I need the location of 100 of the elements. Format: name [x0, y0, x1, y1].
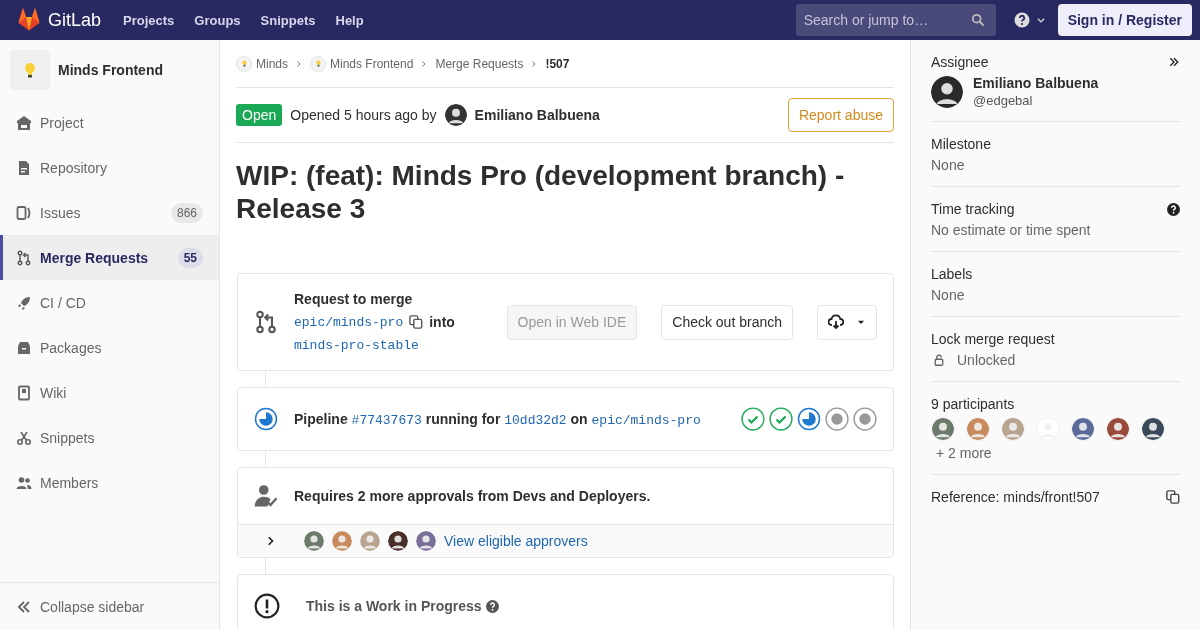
participant-avatar — [1071, 417, 1095, 441]
sidebar-item[interactable]: CI / CD — [0, 280, 219, 325]
approver-avatar — [304, 531, 324, 551]
section-heading: Time tracking — [931, 201, 1015, 217]
widget-heading: Request to merge — [294, 289, 414, 309]
section-heading: Milestone — [931, 136, 991, 152]
nav-link[interactable]: Projects — [123, 12, 175, 28]
chevron-right-icon — [295, 58, 303, 69]
breadcrumb-link[interactable]: Minds Frontend — [330, 56, 414, 71]
author-link[interactable]: Emiliano Balbuena — [474, 107, 600, 123]
section-heading: Assignee — [931, 54, 989, 70]
author-avatar — [444, 104, 467, 126]
chevron-down-icon — [1035, 15, 1046, 25]
nav-link[interactable]: Groups — [194, 12, 241, 28]
user-check-icon — [254, 484, 278, 508]
search-field[interactable]: Search or jump to… — [795, 4, 996, 36]
into-text: into — [429, 312, 455, 332]
users-icon — [16, 474, 32, 491]
sidebar-item[interactable]: Snippets — [0, 415, 219, 460]
target-branch-link[interactable]: minds-pro-stable — [294, 334, 455, 356]
section-heading: Lock merge request — [931, 331, 1055, 347]
approvals-text: Requires 2 more approvals from Devs and Deployers. — [294, 488, 651, 504]
fox-logo-icon — [16, 8, 42, 32]
participant-avatar — [1141, 417, 1165, 441]
help-icon — [1013, 12, 1030, 28]
sidebar-item[interactable]: Merge Requests 55 — [0, 235, 219, 280]
lightbulb-icon — [22, 61, 38, 79]
approver-avatar — [360, 531, 380, 551]
wip-text: This is a Work in Progress — [306, 598, 482, 614]
lightbulb-icon — [314, 59, 322, 68]
created-status-icon[interactable] — [853, 407, 877, 431]
merge-request-icon — [16, 249, 32, 266]
help-icon[interactable] — [1167, 202, 1180, 216]
source-branch-link[interactable]: epic/minds-pro — [294, 311, 404, 333]
copy-icon[interactable] — [1166, 490, 1180, 504]
assignee-username: @edgebal — [973, 93, 1034, 108]
help-icon[interactable] — [485, 599, 499, 613]
running-status-icon[interactable] — [797, 407, 821, 431]
download-dropdown[interactable] — [817, 304, 877, 340]
opened-text: Opened 5 hours ago by — [290, 107, 437, 123]
section-value: None — [931, 287, 965, 303]
section-value: None — [931, 157, 965, 173]
assignee-name[interactable]: Emiliano Balbuena — [973, 75, 1099, 91]
cloud-download-icon — [828, 314, 844, 330]
merge-request-title: WIP: (feat): Minds Pro (development branch) - Release 3 — [236, 159, 846, 225]
approver-avatar — [332, 531, 352, 551]
approver-avatar — [388, 531, 408, 551]
sign-in-button[interactable]: Sign in / Register — [1057, 4, 1192, 36]
success-status-icon[interactable] — [769, 407, 793, 431]
book-icon — [16, 384, 32, 401]
merge-request-icon — [254, 310, 278, 334]
sidebar-item[interactable]: Issues 866 — [0, 190, 219, 235]
search-icon — [970, 13, 985, 27]
double-chevron-left-icon — [16, 598, 32, 615]
scissors-icon — [16, 429, 32, 446]
assignee-avatar — [931, 75, 963, 108]
participants-heading: 9 participants — [931, 396, 1016, 412]
issues-icon — [16, 204, 32, 221]
created-status-icon[interactable] — [825, 407, 849, 431]
check-out-branch-button[interactable]: Check out branch — [661, 304, 793, 340]
double-chevron-right-icon[interactable] — [1168, 56, 1180, 68]
unlocked-padlock-icon — [933, 353, 945, 367]
participant-avatar — [966, 417, 990, 441]
status-badge: Open — [236, 104, 283, 126]
copy-icon[interactable] — [409, 315, 424, 329]
project-name[interactable]: Minds Frontend — [58, 62, 163, 78]
reference-text: Reference: minds/front!507 — [931, 489, 1100, 505]
section-heading: Labels — [931, 266, 973, 282]
participant-avatar — [931, 417, 955, 441]
sidebar-item[interactable]: Members — [0, 460, 219, 505]
breadcrumb-link[interactable]: !507 — [545, 56, 570, 71]
sidebar-item[interactable]: Wiki — [0, 370, 219, 415]
pipeline-status-text: Pipeline #77437673 running for 10dd32d2 on epic/minds-pro — [294, 410, 701, 428]
package-icon — [16, 339, 32, 356]
breadcrumb-link[interactable]: Minds — [256, 56, 288, 71]
participant-avatar — [1001, 417, 1025, 441]
sidebar-item[interactable]: Packages — [0, 325, 219, 370]
section-value: No estimate or time spent — [931, 222, 1091, 238]
nav-link[interactable]: Help — [335, 12, 364, 28]
nav-link[interactable]: Snippets — [260, 12, 316, 28]
sidebar-item[interactable]: Project — [0, 100, 219, 145]
running-status-icon — [254, 407, 278, 431]
more-participants-link[interactable]: + 2 more — [931, 445, 992, 461]
success-status-icon[interactable] — [741, 407, 765, 431]
count-badge: 55 — [177, 247, 203, 268]
brand-name[interactable]: GitLab — [48, 9, 102, 31]
count-badge: 866 — [170, 202, 203, 223]
home-icon — [16, 114, 32, 131]
view-approvers-link[interactable]: View eligible approvers — [444, 533, 588, 549]
rocket-icon — [16, 294, 32, 311]
lightbulb-icon — [240, 59, 248, 68]
document-icon — [16, 159, 32, 176]
participant-avatar — [1106, 417, 1130, 441]
help-dropdown[interactable] — [1013, 12, 1046, 28]
sidebar-item[interactable]: Repository — [0, 145, 219, 190]
approver-avatar — [416, 531, 436, 551]
warning-icon — [254, 593, 280, 619]
breadcrumb-link[interactable]: Merge Requests — [435, 56, 524, 71]
section-value: Unlocked — [957, 352, 1016, 368]
collapse-sidebar-button[interactable]: Collapse sidebar — [0, 582, 219, 630]
